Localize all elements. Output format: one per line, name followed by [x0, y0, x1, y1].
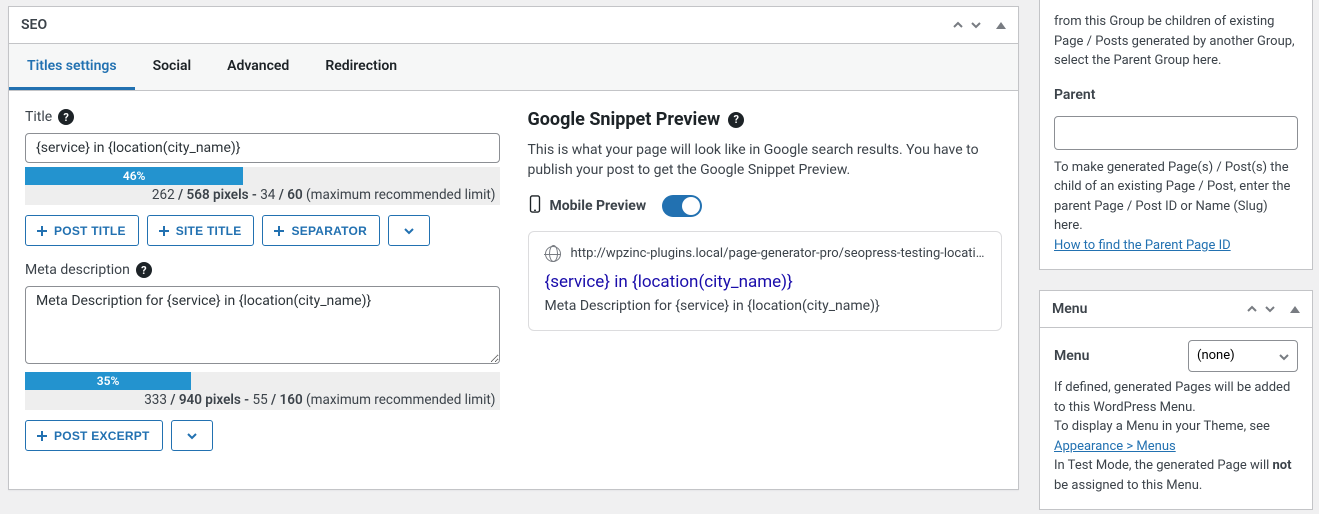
post-excerpt-button[interactable]: POST EXCERPT	[25, 420, 163, 451]
menu-panel-header: Menu	[1039, 290, 1313, 328]
tab-redirection[interactable]: Redirection	[307, 44, 415, 90]
globe-icon	[545, 246, 561, 262]
appearance-menus-link[interactable]: Appearance > Menus	[1054, 439, 1176, 454]
preview-description: This is what your page will look like in…	[528, 140, 1003, 181]
mobile-preview-toggle[interactable]	[662, 195, 702, 217]
menu-panel-title: Menu	[1052, 301, 1087, 317]
title-progress: 46%	[25, 167, 500, 185]
seo-panel: SEO Titles settings Social Advanced Redi…	[8, 6, 1019, 490]
preview-heading: Google Snippet Preview	[528, 109, 721, 130]
move-down-icon[interactable]	[1264, 303, 1276, 315]
title-more-button[interactable]	[388, 215, 430, 246]
separator-button[interactable]: SEPARATOR	[262, 215, 380, 246]
help-icon[interactable]: ?	[58, 109, 74, 125]
parent-label: Parent	[1054, 85, 1298, 106]
snippet-url: http://wpzinc-plugins.local/page-generat…	[571, 246, 986, 261]
seo-tabs: Titles settings Social Advanced Redirect…	[9, 44, 1018, 91]
meta-limit-text: 333 / 940 pixels - 55 / 160 (maximum rec…	[25, 390, 500, 410]
meta-progress-fill: 35%	[25, 372, 191, 390]
move-up-icon[interactable]	[952, 19, 964, 31]
meta-description-input[interactable]: Meta Description for {service} in {locat…	[25, 286, 500, 364]
help-icon[interactable]: ?	[728, 112, 744, 128]
plus-icon	[36, 225, 48, 237]
collapse-toggle-icon[interactable]	[996, 22, 1006, 29]
tab-social[interactable]: Social	[135, 44, 210, 90]
seo-panel-title: SEO	[21, 17, 47, 33]
plus-icon	[36, 430, 48, 442]
collapse-toggle-icon[interactable]	[1290, 306, 1300, 313]
plus-icon	[158, 225, 170, 237]
parent-input[interactable]	[1054, 116, 1298, 150]
menu-select[interactable]: (none)	[1188, 340, 1298, 372]
plus-icon	[273, 225, 285, 237]
post-title-button[interactable]: POST TITLE	[25, 215, 139, 246]
parent-group-helptext-fragment: from this Group be children of existing …	[1039, 0, 1313, 270]
site-title-button[interactable]: SITE TITLE	[147, 215, 255, 246]
move-up-icon[interactable]	[1246, 303, 1258, 315]
chevron-down-icon	[186, 430, 198, 442]
snippet-preview-card: http://wpzinc-plugins.local/page-generat…	[528, 231, 1003, 331]
mobile-preview-label: Mobile Preview	[550, 198, 647, 214]
parent-id-help-link[interactable]: How to find the Parent Page ID	[1054, 238, 1231, 253]
menu-helptext-3: In Test Mode, the generated Page will no…	[1054, 456, 1298, 495]
meta-label: Meta description	[25, 262, 130, 278]
chevron-down-icon	[403, 225, 415, 237]
title-label: Title	[25, 109, 52, 125]
title-limit-text: 262 / 568 pixels - 34 / 60 (maximum reco…	[25, 185, 500, 205]
parent-helptext: To make generated Page(s) / Post(s) the …	[1054, 158, 1298, 236]
title-input[interactable]	[25, 133, 500, 163]
tab-titles-settings[interactable]: Titles settings	[9, 44, 135, 90]
meta-more-button[interactable]	[171, 420, 213, 451]
snippet-title: {service} in {location(city_name)}	[545, 272, 986, 292]
move-down-icon[interactable]	[970, 19, 982, 31]
snippet-meta: Meta Description for {service} in {locat…	[545, 298, 986, 314]
meta-progress: 35%	[25, 372, 500, 390]
menu-helptext-1: If defined, generated Pages will be adde…	[1054, 378, 1298, 417]
help-icon[interactable]: ?	[136, 262, 152, 278]
mobile-icon	[528, 195, 542, 217]
menu-label: Menu	[1054, 346, 1089, 367]
tab-advanced[interactable]: Advanced	[209, 44, 307, 90]
title-progress-fill: 46%	[25, 167, 243, 185]
seo-panel-header: SEO	[9, 7, 1018, 44]
menu-helptext-2: To display a Menu in your Theme, see App…	[1054, 417, 1298, 456]
menu-panel-body: Menu (none) If defined, generated Pages …	[1039, 328, 1313, 510]
